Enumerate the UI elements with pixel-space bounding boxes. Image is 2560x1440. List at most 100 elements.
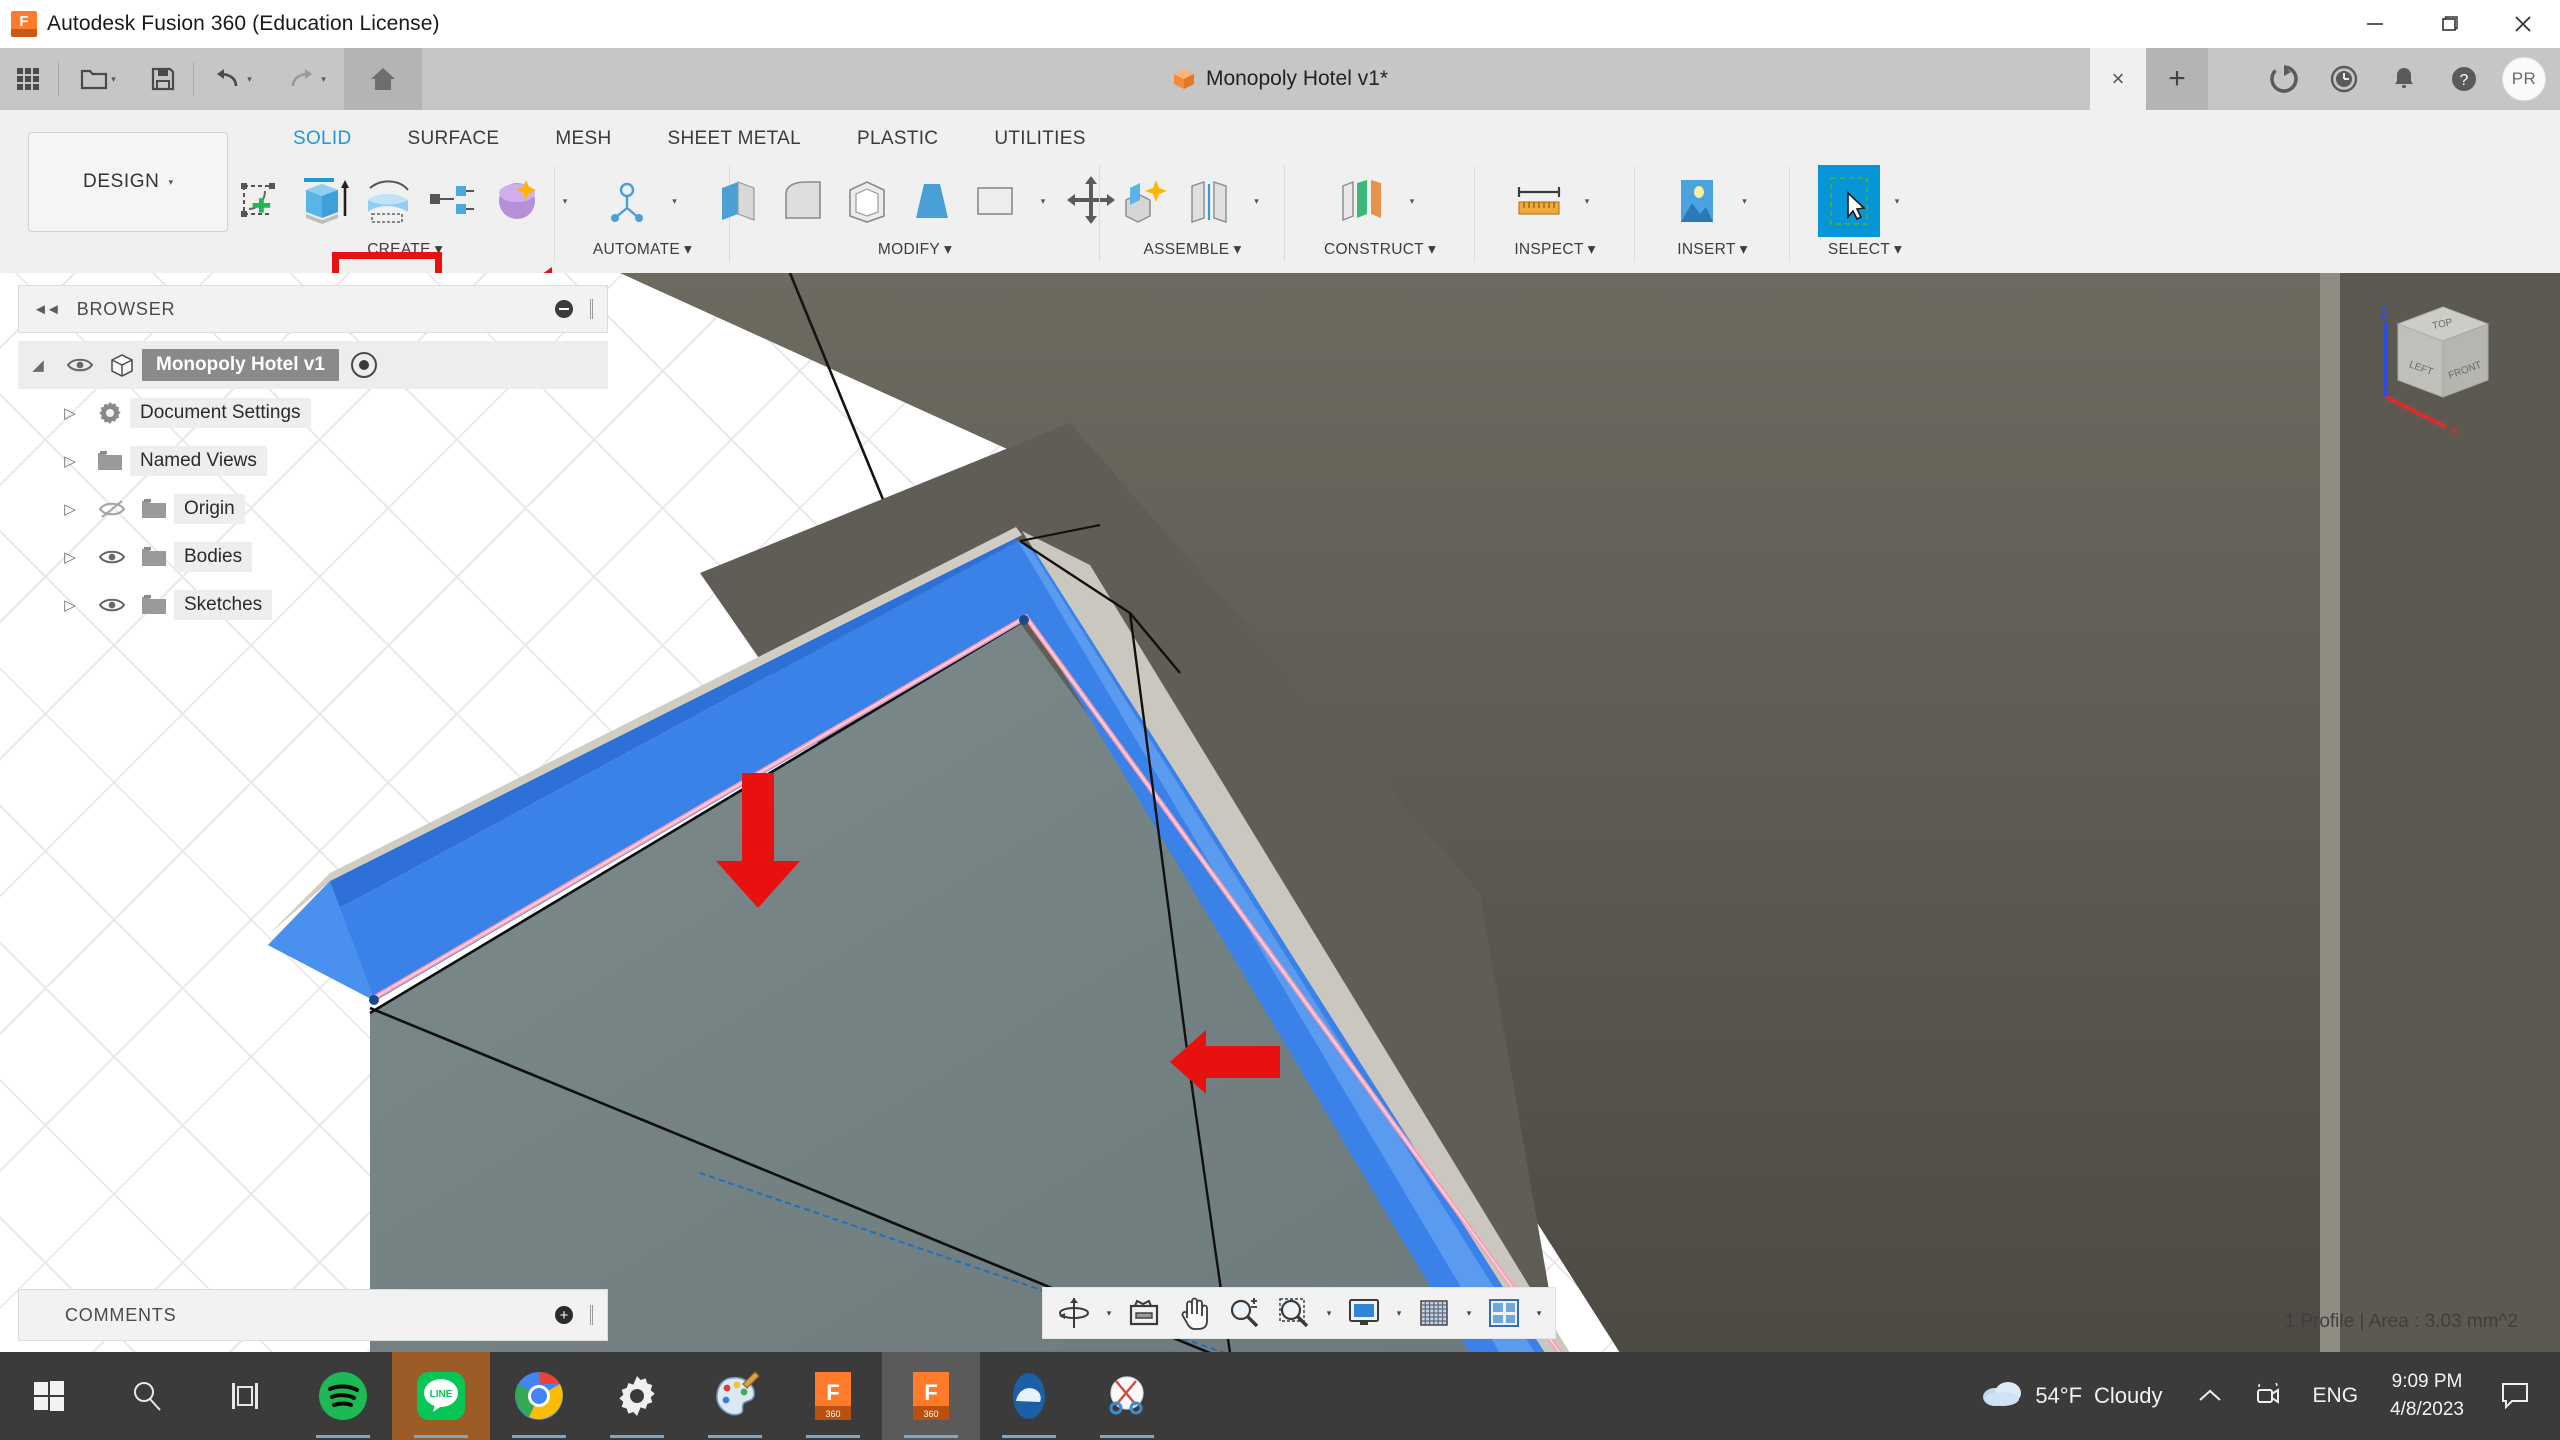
active-component-radio[interactable] [350, 352, 377, 378]
viewports-dropdown-caret[interactable]: ▾ [1529, 1287, 1549, 1339]
tree-item-bodies[interactable]: ▷ Bodies [18, 533, 608, 581]
taskbar-app-paint-icon[interactable] [686, 1352, 784, 1440]
extrude-icon[interactable] [294, 165, 356, 237]
ribbon-group-assemble-label[interactable]: ASSEMBLE ▾ [1143, 240, 1241, 259]
show-hidden-icons-icon[interactable] [2181, 1352, 2239, 1440]
document-tab-close-button[interactable]: × [2090, 48, 2146, 110]
tree-item-named-views[interactable]: ▷ Named Views [18, 437, 608, 485]
revolve-icon[interactable] [358, 165, 420, 237]
eye-visible-icon[interactable] [90, 596, 134, 614]
grid-snap-icon[interactable] [1409, 1287, 1459, 1339]
language-indicator[interactable]: ENG [2297, 1384, 2375, 1408]
expand-arrow-icon[interactable]: ▷ [50, 452, 90, 470]
shell-icon[interactable] [836, 165, 898, 237]
select-more-icon[interactable]: ▾ [1882, 165, 1912, 237]
eye-visible-icon[interactable] [58, 356, 102, 374]
tab-surface[interactable]: SURFACE [380, 128, 528, 150]
expand-arrow-icon[interactable]: ▷ [50, 548, 90, 566]
expand-arrow-icon[interactable]: ▷ [50, 596, 90, 614]
tree-item-document-settings[interactable]: ▷ Document Settings [18, 389, 608, 437]
tree-item-origin[interactable]: ▷ Origin [18, 485, 608, 533]
3d-viewport[interactable]: ◄◄ BROWSER ◢ Monopoly Hotel v1 ▷ Documen… [0, 273, 2560, 1353]
expand-arrow-icon[interactable]: ◢ [18, 356, 58, 374]
comments-panel[interactable]: COMMENTS + [18, 1289, 608, 1341]
zoom-icon[interactable] [1219, 1287, 1269, 1339]
tab-sheet-metal[interactable]: SHEET METAL [639, 128, 829, 150]
resize-grip-icon[interactable] [590, 1305, 593, 1325]
bell-icon[interactable] [2376, 48, 2432, 110]
tab-mesh[interactable]: MESH [527, 128, 639, 150]
redo-button[interactable]: ▾ [270, 48, 344, 110]
task-view-icon[interactable] [196, 1352, 294, 1440]
ribbon-group-automate-label[interactable]: AUTOMATE ▾ [593, 240, 692, 259]
ribbon-group-inspect-label[interactable]: INSPECT ▾ [1514, 240, 1595, 259]
camera-tray-icon[interactable] [2239, 1352, 2297, 1440]
maximize-button[interactable] [2412, 0, 2486, 48]
draft-icon[interactable] [900, 165, 962, 237]
ribbon-group-create-label[interactable]: CREATE ▾ [367, 240, 443, 259]
clock-icon[interactable] [2316, 48, 2372, 110]
press-pull-icon[interactable] [708, 165, 770, 237]
plus-circle-icon[interactable]: + [555, 1306, 573, 1324]
pan-hand-icon[interactable] [1169, 1287, 1219, 1339]
taskbar-app-snipping-tool-icon[interactable] [1078, 1352, 1176, 1440]
refresh-icon[interactable] [2256, 48, 2312, 110]
loft-icon[interactable] [486, 165, 548, 237]
eye-hidden-icon[interactable] [90, 499, 134, 519]
tree-item-monopoly-hotel[interactable]: ◢ Monopoly Hotel v1 [18, 341, 608, 389]
fillet-icon[interactable] [772, 165, 834, 237]
resize-grip-icon[interactable] [590, 299, 593, 319]
ribbon-group-insert-label[interactable]: INSERT ▾ [1677, 240, 1747, 259]
display-settings-icon[interactable] [1339, 1287, 1389, 1339]
tab-plastic[interactable]: PLASTIC [829, 128, 966, 150]
minimize-button[interactable] [2338, 0, 2412, 48]
insert-more-icon[interactable]: ▾ [1730, 165, 1760, 237]
taskbar-app-line-icon[interactable]: LINE [392, 1352, 490, 1440]
ribbon-group-modify-label[interactable]: MODIFY ▾ [878, 240, 952, 259]
file-menu-button[interactable]: ▾ [61, 48, 135, 110]
automate-more-icon[interactable]: ▾ [660, 165, 690, 237]
close-button[interactable] [2486, 0, 2560, 48]
new-sketch-icon[interactable] [230, 165, 292, 237]
search-icon[interactable] [98, 1352, 196, 1440]
modify-more-icon[interactable]: ▾ [1028, 165, 1058, 237]
look-at-icon[interactable] [1119, 1287, 1169, 1339]
select-cursor-icon[interactable] [1818, 165, 1880, 237]
taskbar-app-fusion360-focused-icon[interactable]: F 360 [882, 1352, 980, 1440]
user-avatar[interactable]: PR [2502, 57, 2546, 101]
tab-utilities[interactable]: UTILITIES [966, 128, 1113, 150]
automate-icon[interactable] [596, 165, 658, 237]
undo-button[interactable]: ▾ [196, 48, 270, 110]
grid-apps-icon[interactable] [0, 48, 56, 110]
sweep-icon[interactable] [422, 165, 484, 237]
orbit-icon[interactable] [1049, 1287, 1099, 1339]
zoom-window-icon[interactable] [1269, 1287, 1319, 1339]
document-tab[interactable]: Monopoly Hotel v1* [1172, 48, 1388, 110]
viewcube[interactable]: TOP LEFT FRONT Z X [2368, 299, 2518, 439]
joint-icon[interactable] [1178, 165, 1240, 237]
display-settings-dropdown-caret[interactable]: ▾ [1389, 1287, 1409, 1339]
eye-visible-icon[interactable] [90, 548, 134, 566]
taskbar-app-fusion360-icon[interactable]: F 360 [784, 1352, 882, 1440]
expand-arrow-icon[interactable]: ▷ [50, 404, 90, 422]
insert-image-icon[interactable] [1666, 165, 1728, 237]
offset-plane-icon[interactable] [1333, 165, 1395, 237]
taskbar-clock[interactable]: 9:09 PM 4/8/2023 [2374, 1368, 2480, 1423]
zoom-window-dropdown-caret[interactable]: ▾ [1319, 1287, 1339, 1339]
new-document-tab-button[interactable]: + [2146, 48, 2208, 110]
scale-icon[interactable] [964, 165, 1026, 237]
grid-snap-dropdown-caret[interactable]: ▾ [1459, 1287, 1479, 1339]
ribbon-group-select-label[interactable]: SELECT ▾ [1828, 240, 1902, 259]
assemble-more-icon[interactable]: ▾ [1242, 165, 1272, 237]
taskbar-app-spotify-icon[interactable] [294, 1352, 392, 1440]
expand-arrow-icon[interactable]: ▷ [50, 500, 90, 518]
tree-item-sketches[interactable]: ▷ Sketches [18, 581, 608, 629]
collapse-left-icon[interactable]: ◄◄ [33, 301, 61, 318]
taskbar-app-onedrive-icon[interactable] [980, 1352, 1078, 1440]
windows-start-icon[interactable] [0, 1352, 98, 1440]
weather-widget[interactable]: 54°F Cloudy [1963, 1379, 2180, 1413]
viewports-icon[interactable] [1479, 1287, 1529, 1339]
tab-solid[interactable]: SOLID [265, 128, 380, 150]
new-component-icon[interactable] [1114, 165, 1176, 237]
home-button[interactable] [344, 48, 422, 110]
